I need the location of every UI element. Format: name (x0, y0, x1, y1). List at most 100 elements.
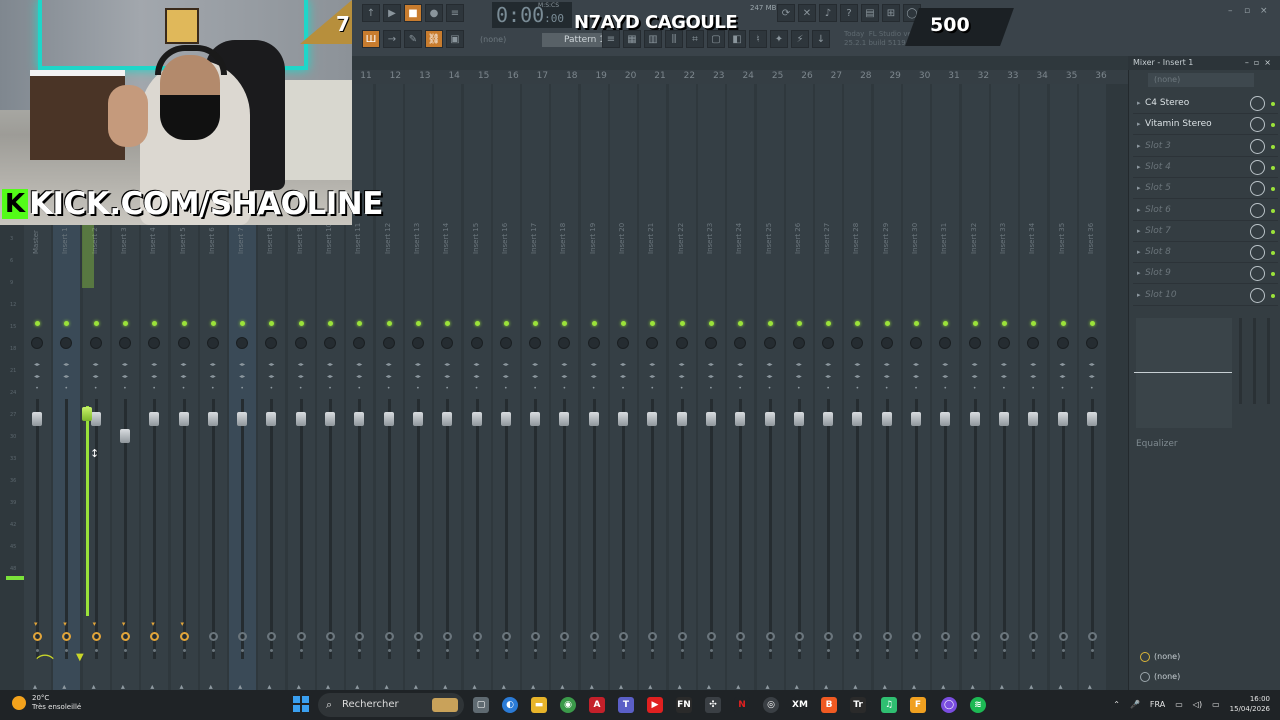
slot-enable-led[interactable] (1271, 165, 1275, 170)
stereo-arrows-icon[interactable]: ◂▸ (884, 362, 890, 368)
browser-icon[interactable]: ⌗ (686, 30, 704, 48)
volume-fader[interactable] (412, 412, 423, 426)
volume-fader[interactable] (1028, 412, 1039, 426)
stereo-arrows-icon[interactable]: ◂▸ (386, 362, 392, 368)
stereo-sep-icon[interactable]: • (122, 386, 128, 392)
stereo-sep-icon[interactable]: • (356, 386, 362, 392)
strip-enable-led[interactable] (386, 321, 392, 326)
stereo-arrows-icon[interactable]: ◂▸ (767, 362, 773, 368)
clock[interactable]: 16:00 15/04/2026 (1230, 694, 1270, 714)
mixer-strip[interactable]: Insert 34 ◂▸ ◂▸ • ▴ (1020, 84, 1048, 691)
mic-icon[interactable]: ♪ (819, 4, 837, 22)
effect-slot[interactable]: ▸ Slot 6 (1133, 201, 1278, 221)
network-icon[interactable]: ▭ (1175, 700, 1183, 709)
acrobat-icon[interactable]: A (589, 697, 605, 713)
mixer-strip[interactable]: Insert 16 ◂▸ ◂▸ • ▴ (492, 84, 520, 691)
mixer-icon[interactable]: ⫼ (665, 30, 683, 48)
arrow-icon[interactable]: → (383, 30, 401, 48)
cart-icon[interactable]: ⊞ (882, 4, 900, 22)
strip-enable-led[interactable] (826, 321, 832, 326)
pan-knob[interactable] (675, 337, 688, 349)
link-icon[interactable]: ⛓ (425, 30, 443, 48)
pan-knob[interactable] (236, 337, 249, 349)
pan-knob[interactable] (265, 337, 278, 349)
eq-band-fader[interactable] (1267, 318, 1270, 404)
stereo-sep-icon[interactable]: • (1001, 386, 1007, 392)
pan-knob[interactable] (294, 337, 307, 349)
stereo-arrows-icon[interactable]: ◂▸ (210, 362, 216, 368)
tempo-button[interactable]: ≡ (446, 4, 464, 22)
pattern-selector[interactable]: Pattern 1 (542, 33, 608, 47)
volume-fader[interactable] (90, 412, 101, 426)
swap-icon[interactable]: ◂▸ (93, 374, 99, 380)
swap-icon[interactable]: ◂▸ (356, 374, 362, 380)
mixer-strip[interactable]: Insert 22 ◂▸ ◂▸ • ▴ (668, 84, 696, 691)
slot-expand-icon[interactable]: ▸ (1137, 227, 1141, 235)
play-button[interactable]: ▶ (383, 4, 401, 22)
record-button[interactable]: ● (425, 4, 443, 22)
youtube-icon[interactable]: ▶ (647, 697, 663, 713)
pan-knob[interactable] (646, 337, 659, 349)
output-route[interactable]: (none) (1136, 670, 1276, 684)
volume-fader[interactable] (442, 412, 453, 426)
volume-fader[interactable] (471, 412, 482, 426)
volume-fader[interactable] (354, 412, 365, 426)
capcut-icon[interactable]: ♫ (881, 697, 897, 713)
swap-icon[interactable]: ◂▸ (1089, 374, 1095, 380)
stamp-icon[interactable]: ▣ (446, 30, 464, 48)
spotify-icon[interactable]: ≋ (970, 697, 986, 713)
stereo-arrows-icon[interactable]: ◂▸ (913, 362, 919, 368)
stereo-sep-icon[interactable]: • (386, 386, 392, 392)
volume-fader[interactable] (998, 412, 1009, 426)
stereo-arrows-icon[interactable]: ◂▸ (122, 362, 128, 368)
stereo-arrows-icon[interactable]: ◂▸ (649, 362, 655, 368)
stereo-arrows-icon[interactable]: ◂▸ (942, 362, 948, 368)
strip-enable-led[interactable] (650, 321, 656, 326)
swap-icon[interactable]: ◂▸ (210, 374, 216, 380)
pan-knob[interactable] (763, 337, 776, 349)
strip-enable-led[interactable] (767, 321, 773, 326)
send-knob[interactable] (912, 632, 921, 641)
slot-enable-led[interactable] (1271, 229, 1275, 234)
strip-enable-led[interactable] (679, 321, 685, 326)
strip-enable-led[interactable] (503, 321, 509, 326)
stereo-sep-icon[interactable]: • (708, 386, 714, 392)
volume-fader[interactable] (1086, 412, 1097, 426)
equalizer-graph[interactable] (1136, 318, 1232, 428)
slot-enable-led[interactable] (1271, 102, 1275, 106)
swap-icon[interactable]: ◂▸ (1060, 374, 1066, 380)
minimize-icon[interactable]: – (1228, 6, 1238, 16)
mixer-strip[interactable]: Insert 27 ◂▸ ◂▸ • ▴ (815, 84, 843, 691)
pan-knob[interactable] (206, 337, 219, 349)
tray-chevron-icon[interactable]: ⌃ (1113, 700, 1120, 709)
swap-icon[interactable]: ◂▸ (649, 374, 655, 380)
volume-fader[interactable] (793, 412, 804, 426)
slot-enable-led[interactable] (1271, 272, 1275, 277)
swap-icon[interactable]: ◂▸ (854, 374, 860, 380)
strip-enable-led[interactable] (181, 321, 187, 326)
slot-mix-knob[interactable] (1250, 287, 1265, 303)
slot-expand-icon[interactable]: ▸ (1137, 291, 1141, 299)
mixer-strip[interactable]: Insert 14 ◂▸ ◂▸ • ▴ (434, 84, 462, 691)
xm-icon[interactable]: XM (792, 697, 808, 713)
panel-window-controls[interactable]: –▫× (1245, 56, 1276, 70)
volume-icon[interactable]: ◁) (1193, 700, 1202, 709)
volume-fader[interactable] (149, 412, 160, 426)
send-knob[interactable] (91, 632, 101, 641)
swap-icon[interactable]: ◂▸ (34, 374, 40, 380)
stereo-arrows-icon[interactable]: ◂▸ (327, 362, 333, 368)
swap-icon[interactable]: ◂▸ (972, 374, 978, 380)
pan-knob[interactable] (792, 337, 805, 349)
send-knob[interactable] (853, 632, 863, 641)
stereo-sep-icon[interactable]: • (268, 386, 274, 392)
strip-enable-led[interactable] (914, 321, 919, 326)
slot-expand-icon[interactable]: ▸ (1137, 184, 1141, 192)
volume-fader[interactable] (764, 412, 775, 426)
send-knob[interactable] (999, 632, 1009, 641)
send-knob[interactable] (296, 632, 306, 641)
stereo-arrows-icon[interactable]: ◂▸ (503, 362, 509, 368)
eq-band-fader[interactable] (1239, 318, 1242, 404)
strip-enable-led[interactable] (240, 321, 246, 326)
strip-enable-led[interactable] (328, 321, 333, 326)
effect-slot[interactable]: ▸ Slot 9 (1133, 264, 1278, 285)
